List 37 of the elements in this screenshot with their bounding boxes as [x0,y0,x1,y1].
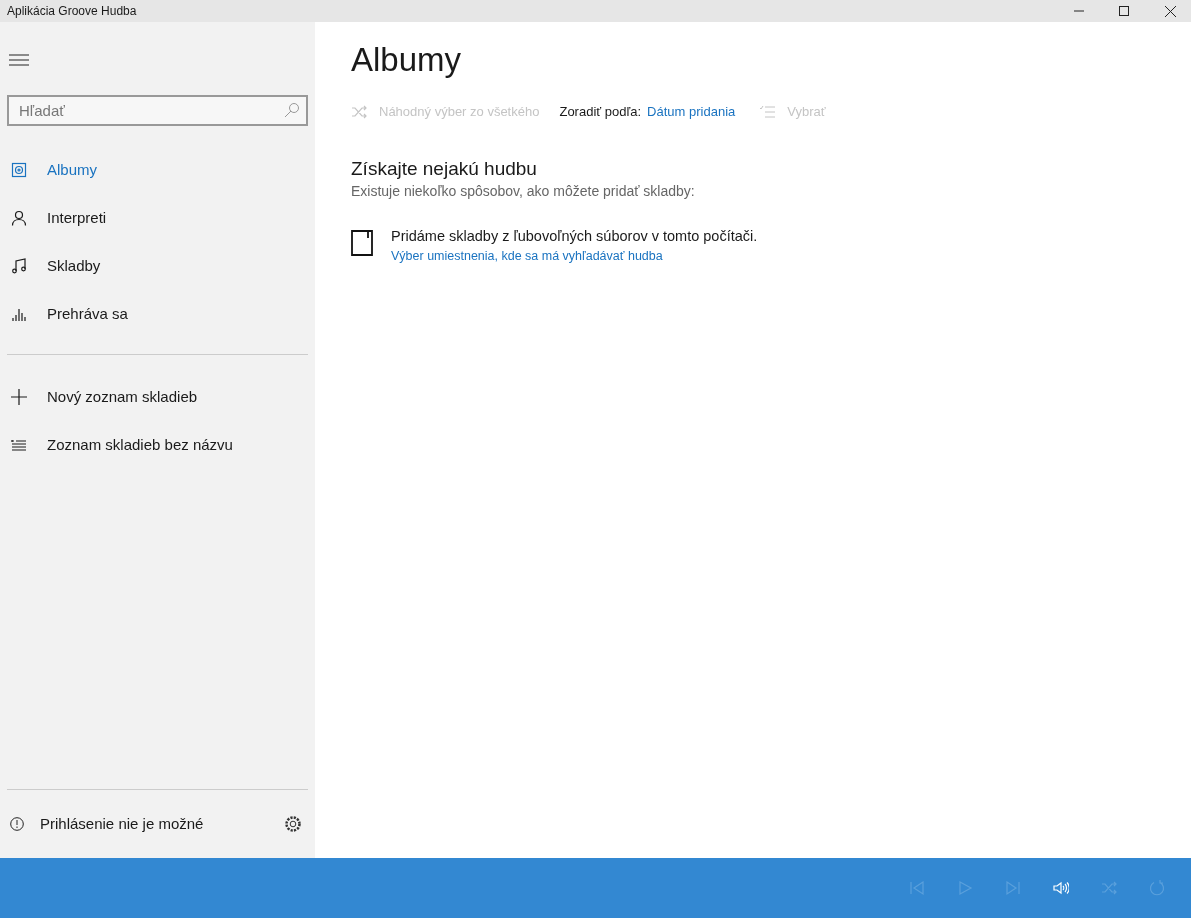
person-icon [11,210,27,226]
account-status[interactable]: Prihlásenie nie je možné [40,812,268,836]
search-field[interactable]: Hľadať [7,95,308,126]
previous-icon [909,880,925,896]
warning-icon [10,817,24,831]
search-icon[interactable] [284,102,300,118]
settings-icon[interactable] [284,815,302,833]
speaker-icon [1053,880,1069,896]
option-text: Pridáme skladby z ľubovoľných súborov v tomto počítači. [391,226,758,246]
nav-item[interactable]: Skladby [7,242,308,290]
plus-icon [11,389,27,405]
close-icon[interactable] [1165,5,1176,17]
shuffle-icon [351,103,367,120]
music-note-icon [11,258,27,274]
document-icon [351,229,373,256]
checklist-icon [759,104,776,119]
playlist-item[interactable]: Nový zoznam skladieb [7,373,308,421]
nav-item[interactable]: Interpreti [7,194,308,242]
shuffle-icon [1101,880,1117,896]
playlist-item[interactable]: Zoznam skladieb bez názvu [7,421,308,469]
empty-heading: Získajte nejakú hudbu [351,156,538,181]
nav-item[interactable]: Prehráva sa [7,290,308,338]
next-icon [1005,880,1021,896]
window-title: Aplikácia Groove Hudba [6,3,138,20]
sort-label: Zoradiť podľa: [559,103,642,121]
choose-location-link[interactable]: Výber umiestnenia, kde sa má vyhľadávať hudba [391,247,758,266]
play-icon [957,880,973,896]
disc-icon [11,162,27,178]
playlist-icon [11,437,27,453]
nav-item[interactable]: Albumy [7,146,308,194]
menu-icon[interactable] [9,53,29,67]
repeat-icon [1149,880,1165,896]
maximize-icon[interactable] [1119,6,1129,16]
sort-dropdown[interactable]: Dátum pridania [647,102,736,122]
empty-subheading: Existuje niekoľko spôsobov, ako môžete pridať skladby: [351,181,696,201]
page-title: Albumy [351,40,463,80]
equalizer-icon [11,306,27,322]
